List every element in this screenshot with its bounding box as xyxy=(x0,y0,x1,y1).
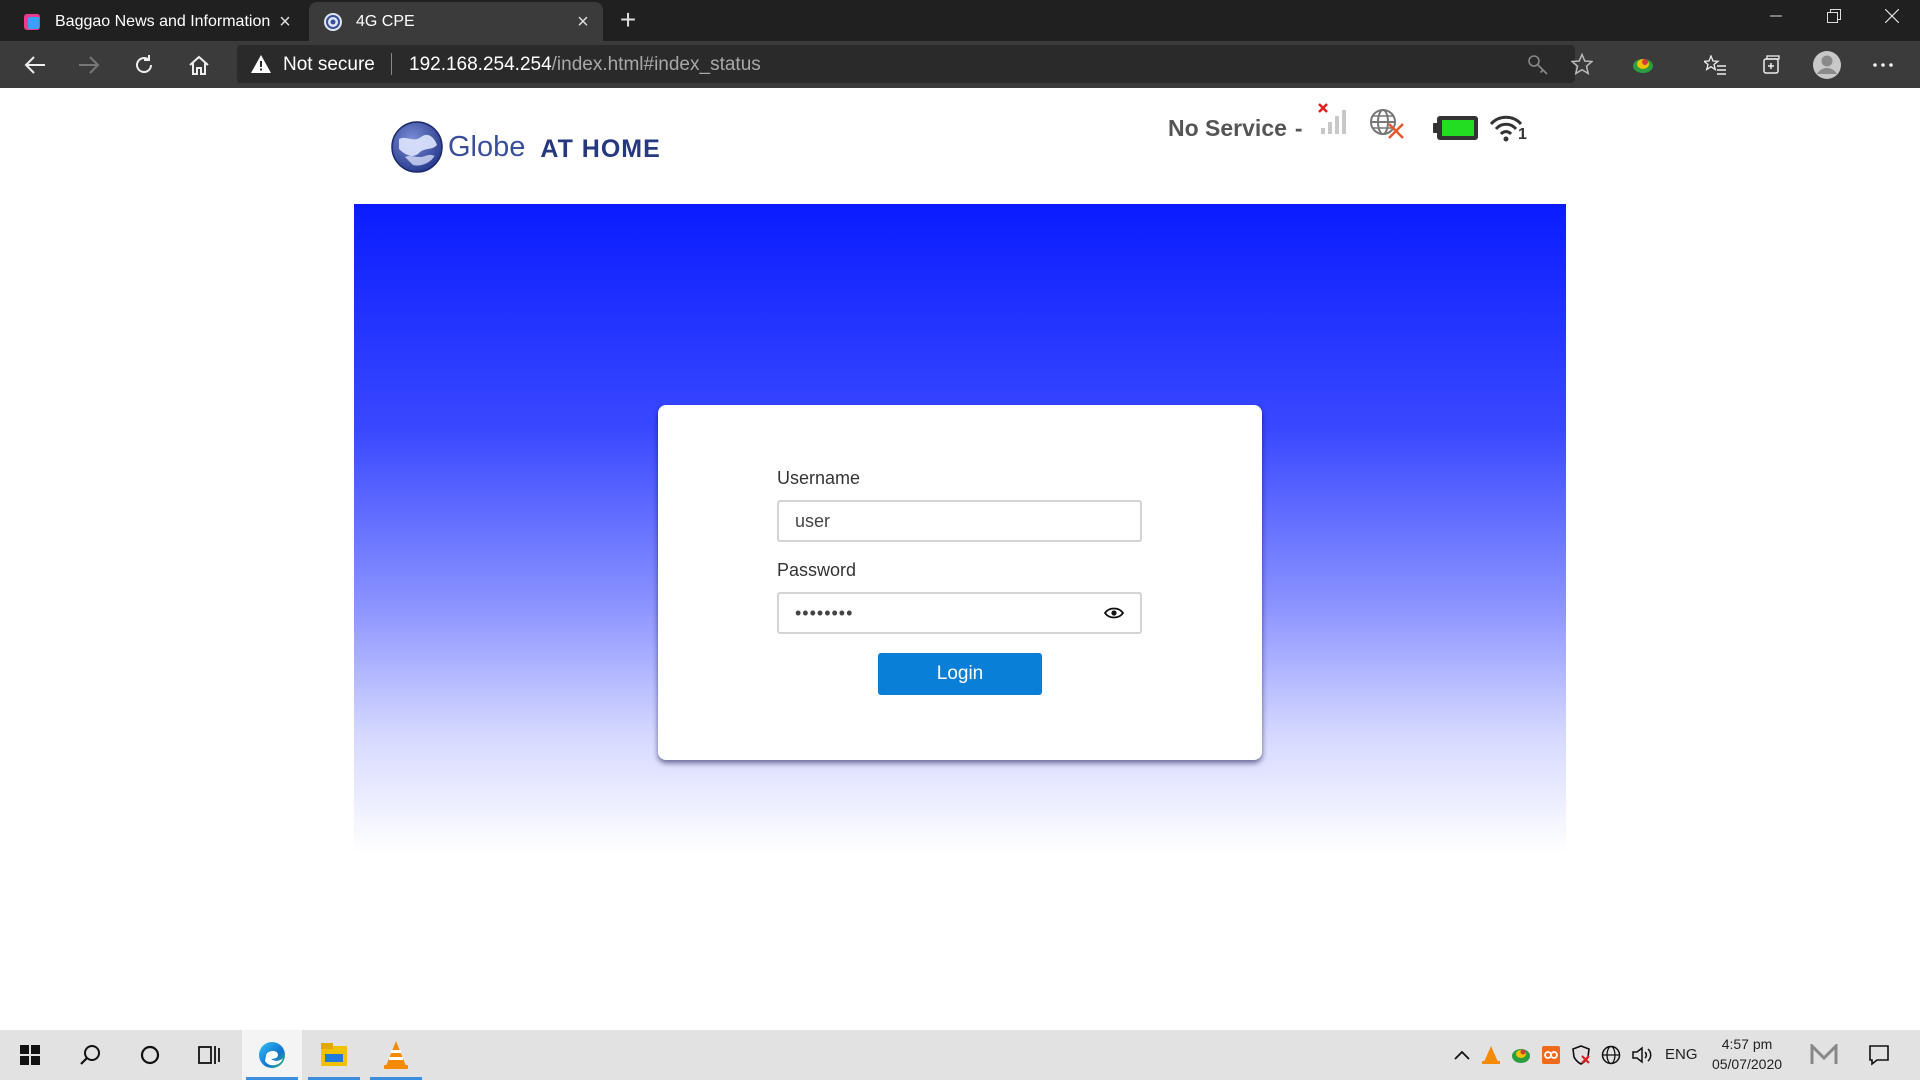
cortana-icon[interactable] xyxy=(120,1030,180,1080)
globe-logo-icon xyxy=(391,121,443,173)
show-hidden-icons-chevron-icon[interactable] xyxy=(1453,1049,1471,1061)
password-input[interactable]: •••••••• xyxy=(777,592,1142,634)
username-label: Username xyxy=(777,468,861,488)
logo-at-home-text: AT HOME xyxy=(540,134,661,163)
vlc-cone-icon xyxy=(384,1041,408,1069)
profile-avatar-icon[interactable] xyxy=(1810,48,1844,82)
close-window-icon[interactable] xyxy=(1863,0,1920,32)
globe-favicon-icon xyxy=(324,12,342,31)
url-host: 192.168.254.254 xyxy=(409,54,552,75)
internet-disconnected-icon xyxy=(1370,109,1404,139)
close-tab-icon[interactable]: × xyxy=(275,12,295,32)
tray-network-globe-icon[interactable] xyxy=(1601,1045,1621,1065)
windows-taskbar: ENG 4:57 pm 05/07/2020 xyxy=(0,1030,1920,1080)
input-language[interactable]: ENG xyxy=(1665,1046,1698,1063)
battery-icon xyxy=(1433,116,1478,140)
taskbar-vlc[interactable] xyxy=(366,1030,426,1080)
taskbar-edge[interactable] xyxy=(242,1030,302,1080)
login-card: Username user Password •••••••• Login xyxy=(658,405,1262,760)
action-center-notification-icon[interactable] xyxy=(1868,1044,1890,1066)
warning-icon[interactable] xyxy=(251,55,271,73)
taskbar-file-explorer[interactable] xyxy=(304,1030,364,1080)
tray-vlc-icon[interactable] xyxy=(1481,1045,1501,1065)
login-button[interactable]: Login xyxy=(878,653,1042,695)
address-separator xyxy=(391,53,392,75)
browser-tab-strip: Baggao News and Information P × 4G CPE ×… xyxy=(0,0,1920,41)
tray-volume-icon[interactable] xyxy=(1631,1045,1653,1065)
favorite-star-icon[interactable] xyxy=(1571,53,1593,75)
clock-date: 05/07/2020 xyxy=(1711,1056,1783,1072)
key-icon[interactable] xyxy=(1527,54,1549,76)
username-input[interactable]: user xyxy=(777,500,1142,542)
logo-brand-text: Globe xyxy=(448,130,526,163)
status-separator: - xyxy=(1294,114,1303,141)
clock-time: 4:57 pm xyxy=(1721,1036,1773,1052)
tray-colorful-app-icon[interactable] xyxy=(1511,1045,1531,1065)
tab-baggao-news[interactable]: Baggao News and Information P × xyxy=(8,2,305,41)
address-bar[interactable]: Not secure 192.168.254.254/index.html#in… xyxy=(237,45,1593,83)
device-status-bar: No Service - xyxy=(1168,108,1303,148)
task-view-icon[interactable] xyxy=(180,1030,240,1080)
show-password-eye-icon[interactable] xyxy=(1104,605,1124,621)
favorites-list-icon[interactable] xyxy=(1698,48,1732,82)
start-windows-icon[interactable] xyxy=(0,1030,60,1080)
home-icon[interactable] xyxy=(182,48,216,82)
tray-security-alert-icon[interactable] xyxy=(1571,1045,1591,1065)
restore-icon[interactable] xyxy=(1805,0,1863,32)
tab-title: Baggao News and Information P xyxy=(55,12,275,30)
tray-orange-app-icon[interactable] xyxy=(1541,1045,1561,1065)
tray-m-logo-icon[interactable] xyxy=(1810,1044,1838,1066)
back-icon[interactable] xyxy=(18,48,52,82)
password-value: •••••••• xyxy=(795,602,854,623)
system-clock[interactable]: 4:57 pm 05/07/2020 xyxy=(1711,1034,1783,1074)
wifi-client-count: 1 xyxy=(1518,126,1527,143)
url-text[interactable]: 192.168.254.254/index.html#index_status xyxy=(409,54,761,76)
file-explorer-icon xyxy=(321,1043,347,1066)
no-signal-icon xyxy=(1318,103,1346,134)
url-path: /index.html#index_status xyxy=(551,54,761,75)
extension-icon[interactable] xyxy=(1626,48,1660,82)
service-status-text: No Service xyxy=(1168,114,1287,141)
security-label[interactable]: Not secure xyxy=(283,54,375,76)
edge-icon xyxy=(259,1042,285,1068)
browser-toolbar: Not secure 192.168.254.254/index.html#in… xyxy=(0,41,1920,88)
refresh-icon[interactable] xyxy=(127,48,161,82)
router-page: Globe AT HOME No Service - 1 Username us… xyxy=(0,88,1920,1030)
close-tab-icon[interactable]: × xyxy=(573,12,593,32)
forward-icon[interactable] xyxy=(72,48,106,82)
minimize-icon[interactable] xyxy=(1747,0,1805,32)
tab-4g-cpe[interactable]: 4G CPE × xyxy=(309,2,603,41)
tab-title: 4G CPE xyxy=(356,12,415,30)
search-icon[interactable] xyxy=(60,1030,120,1080)
globe-at-home-logo: Globe AT HOME xyxy=(391,121,661,173)
new-tab-icon[interactable]: + xyxy=(614,6,642,35)
collections-icon[interactable] xyxy=(1754,48,1788,82)
site-favicon-icon xyxy=(24,13,40,30)
password-label: Password xyxy=(777,560,857,580)
more-options-icon[interactable] xyxy=(1866,48,1900,82)
